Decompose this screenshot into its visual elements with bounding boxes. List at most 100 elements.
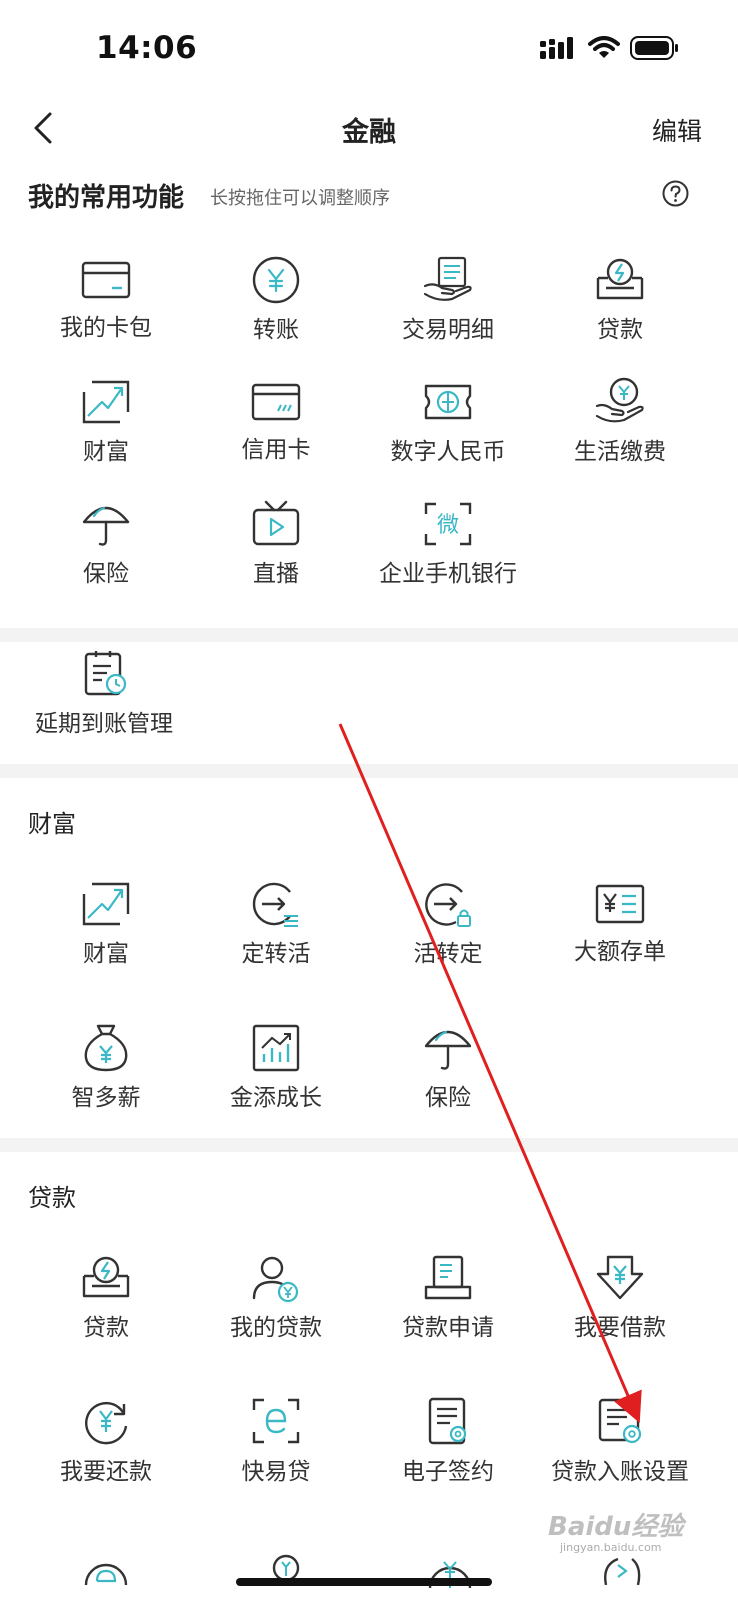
arrow-circle-list-icon — [252, 882, 298, 927]
wealth-item-insurance[interactable]: 保险 — [368, 1024, 528, 1112]
trend-chart-icon — [82, 380, 130, 424]
func-label: 保险 — [83, 561, 129, 587]
arrow-circle-lock-icon — [425, 883, 471, 927]
wealth-item-large-deposit[interactable]: 大额存单 — [540, 882, 700, 966]
func-label: 生活缴费 — [574, 439, 666, 465]
loan-section-title: 贷款 — [28, 1184, 76, 1212]
credit-card-icon — [251, 383, 301, 421]
func-label: 贷款申请 — [402, 1315, 494, 1341]
func-label: 大额存单 — [574, 939, 666, 965]
func-label: 信用卡 — [241, 437, 311, 463]
func-label: 财富 — [83, 439, 129, 465]
page-title: 金融 — [342, 117, 396, 148]
wealth-item-jintian-growth[interactable]: 金添成长 — [196, 1022, 356, 1112]
section-divider — [0, 1138, 738, 1152]
func-label: 保险 — [425, 1085, 471, 1111]
loan-item-loan-application[interactable]: 贷款申请 — [368, 1254, 528, 1342]
func-label: 贷款 — [83, 1315, 129, 1341]
wealth-item-fixed-to-demand[interactable]: 定转活 — [196, 880, 356, 968]
func-wealth[interactable]: 财富 — [26, 378, 186, 466]
loan-box-icon — [82, 1256, 130, 1298]
yuan-circle-icon — [252, 256, 300, 304]
card-wallet-icon — [81, 261, 131, 299]
printer-doc-icon — [424, 1255, 472, 1300]
func-label: 电子签约 — [402, 1459, 494, 1485]
tv-play-icon — [252, 500, 300, 546]
loan-item-repay[interactable]: 我要还款 — [26, 1396, 186, 1486]
func-digital-rmb[interactable]: 数字人民币 — [368, 378, 528, 466]
status-time: 14:06 — [96, 30, 198, 66]
func-label: 快易贷 — [241, 1459, 311, 1485]
func-label: 贷款入账设置 — [551, 1459, 689, 1485]
yuan-certificate-icon — [595, 884, 645, 924]
func-loan[interactable]: 贷款 — [540, 256, 700, 344]
growth-chart-icon — [252, 1024, 300, 1072]
watermark-url: jingyan.baidu.com — [560, 1541, 662, 1554]
loan-item-loan-credit-settings[interactable]: 贷款入账设置 — [540, 1396, 700, 1486]
func-label: 交易明细 — [402, 317, 494, 343]
partial-e-icon — [84, 1563, 128, 1585]
digital-rmb-icon — [424, 384, 472, 420]
e-scan-icon — [252, 1398, 300, 1444]
signal-icon — [540, 37, 573, 59]
wealth-section-title: 财富 — [28, 810, 76, 838]
common-functions-title: 我的常用功能 — [28, 183, 185, 213]
loan-box-icon — [596, 258, 644, 300]
hand-coin-icon — [595, 377, 644, 423]
func-label: 企业手机银行 — [379, 561, 517, 587]
func-label: 数字人民币 — [390, 439, 506, 465]
func-label: 活转定 — [413, 941, 483, 967]
func-insurance[interactable]: 保险 — [26, 500, 186, 588]
user-yuan-icon — [252, 1256, 299, 1302]
func-label: 我要还款 — [60, 1459, 152, 1485]
func-label: 贷款 — [597, 317, 643, 343]
func-label: 定转活 — [241, 941, 311, 967]
func-transaction-details[interactable]: 交易明细 — [368, 256, 528, 344]
wifi-icon — [588, 36, 620, 58]
func-label: 我的卡包 — [60, 315, 152, 341]
status-icons — [540, 36, 680, 60]
wealth-item-zhiduoxin[interactable]: 智多薪 — [26, 1022, 186, 1112]
func-delayed-arrival-management[interactable]: 延期到账管理 — [24, 648, 184, 738]
func-label: 延期到账管理 — [35, 711, 173, 737]
edit-button[interactable]: 编辑 — [652, 112, 702, 148]
func-credit-card[interactable]: 信用卡 — [196, 380, 356, 464]
func-label: 我要借款 — [574, 1315, 666, 1341]
loan-item-my-loan[interactable]: 我的贷款 — [196, 1254, 356, 1342]
down-arrow-yuan-icon — [596, 1255, 644, 1300]
doc-settings-icon — [598, 1398, 642, 1444]
loan-item-loan[interactable]: 贷款 — [26, 1254, 186, 1342]
func-label: 直播 — [253, 561, 299, 587]
func-label: 智多薪 — [71, 1085, 141, 1111]
umbrella-icon — [424, 1030, 472, 1070]
help-icon[interactable] — [662, 180, 689, 207]
home-indicator — [236, 1578, 492, 1586]
umbrella-icon — [82, 506, 130, 546]
reorder-hint: 长按拖住可以调整顺序 — [210, 188, 390, 209]
func-transfer[interactable]: 转账 — [196, 256, 356, 344]
hand-receipt-icon — [423, 256, 472, 301]
svg-text:微: 微 — [437, 513, 459, 538]
func-life-payment[interactable]: 生活缴费 — [540, 376, 700, 466]
wealth-item-wealth[interactable]: 财富 — [26, 880, 186, 968]
trend-chart-icon — [82, 882, 130, 926]
section-divider — [0, 628, 738, 642]
func-enterprise-mobile-bank[interactable]: 微 企业手机银行 — [368, 500, 528, 588]
doc-gear-icon — [428, 1397, 467, 1445]
func-label: 金添成长 — [230, 1085, 322, 1111]
clipboard-clock-icon — [84, 651, 127, 696]
money-bag-icon — [84, 1024, 128, 1072]
func-my-card-wallet[interactable]: 我的卡包 — [26, 258, 186, 342]
annotation-arrow — [338, 723, 642, 1424]
yuan-refresh-icon — [85, 1401, 128, 1445]
loan-item-e-sign[interactable]: 电子签约 — [368, 1396, 528, 1486]
func-label: 转账 — [253, 317, 299, 343]
watermark-logo: Baidu经验 — [548, 1512, 684, 1542]
loan-item-borrow[interactable]: 我要借款 — [540, 1254, 700, 1342]
func-live[interactable]: 直播 — [196, 500, 356, 588]
func-label: 我的贷款 — [230, 1315, 322, 1341]
loan-item-kuaiyidai[interactable]: 快易贷 — [196, 1396, 356, 1486]
wealth-item-demand-to-fixed[interactable]: 活转定 — [368, 880, 528, 968]
battery-icon — [630, 36, 678, 60]
section-divider — [0, 764, 738, 778]
